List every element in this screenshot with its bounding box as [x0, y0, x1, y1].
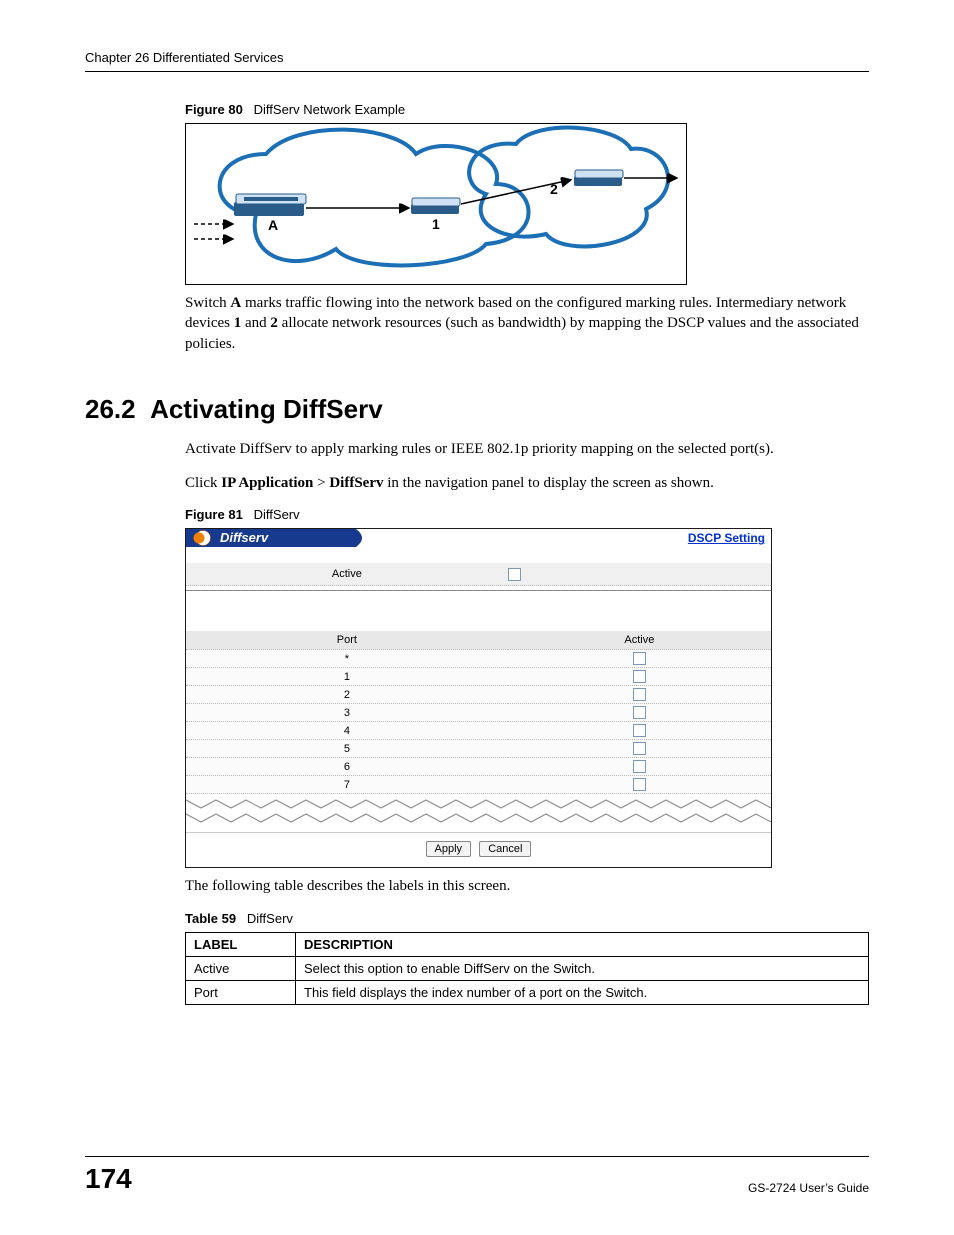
- svg-text:1: 1: [432, 216, 440, 232]
- port-cell: 4: [186, 722, 508, 740]
- table59-head-desc: DESCRIPTION: [296, 932, 869, 956]
- desc-cell: This field displays the index number of …: [296, 980, 869, 1004]
- port-cell: 7: [186, 776, 508, 794]
- table-row: ActiveSelect this option to enable DiffS…: [186, 956, 869, 980]
- port-cell: 5: [186, 740, 508, 758]
- table-row: 3: [186, 704, 771, 722]
- table-row: 1: [186, 668, 771, 686]
- label-cell: Port: [186, 980, 296, 1004]
- figure80-label: Figure 80: [185, 102, 243, 117]
- port-active-checkbox[interactable]: [633, 688, 646, 701]
- table-row: 7: [186, 776, 771, 794]
- section-intro-1: Activate DiffServ to apply marking rules…: [185, 439, 869, 459]
- port-active-cell: [508, 758, 771, 776]
- port-active-checkbox[interactable]: [633, 742, 646, 755]
- cancel-button[interactable]: Cancel: [479, 841, 531, 857]
- port-cell: 6: [186, 758, 508, 776]
- torn-edge-icon: [186, 794, 771, 828]
- chapter-header: Chapter 26 Differentiated Services: [85, 50, 869, 72]
- port-active-cell: [508, 668, 771, 686]
- table-row: 6: [186, 758, 771, 776]
- figure81-label: Figure 81: [185, 507, 243, 522]
- figure80-caption: Figure 80 DiffServ Network Example: [185, 102, 869, 117]
- table-row: *: [186, 650, 771, 668]
- port-active-cell: [508, 704, 771, 722]
- port-active-checkbox[interactable]: [633, 760, 646, 773]
- port-cell: 1: [186, 668, 508, 686]
- port-active-cell: [508, 776, 771, 794]
- figure80-title: DiffServ Network Example: [254, 102, 405, 117]
- page-number: 174: [85, 1163, 132, 1195]
- figure80-diagram: A 1 2: [185, 123, 687, 285]
- widget-title: Diffserv: [220, 530, 268, 545]
- active-col-header: Active: [508, 631, 771, 650]
- port-active-checkbox[interactable]: [633, 652, 646, 665]
- figure81-title: DiffServ: [254, 507, 300, 522]
- table-row: 2: [186, 686, 771, 704]
- port-active-checkbox[interactable]: [633, 706, 646, 719]
- global-active-label: Active: [186, 563, 508, 585]
- guide-title: GS-2724 User’s Guide: [748, 1181, 869, 1195]
- figure81-caption: Figure 81 DiffServ: [185, 507, 869, 522]
- table59-title: DiffServ: [247, 911, 293, 926]
- table59-caption: Table 59 DiffServ: [185, 911, 869, 926]
- table59: LABEL DESCRIPTION ActiveSelect this opti…: [185, 932, 869, 1005]
- figure80-description: Switch A marks traffic flowing into the …: [185, 293, 869, 354]
- port-col-header: Port: [186, 631, 508, 650]
- global-active-row: Active: [186, 563, 771, 586]
- section-heading: 26.2 Activating DiffServ: [85, 394, 869, 425]
- label-cell: Active: [186, 956, 296, 980]
- device-2-icon: [574, 170, 623, 186]
- figure81-widget: Diffserv DSCP Setting Active Port Acti: [185, 528, 772, 868]
- dscp-setting-link[interactable]: DSCP Setting: [688, 529, 765, 547]
- widget-title-pill: Diffserv: [186, 529, 368, 547]
- apply-button[interactable]: Apply: [426, 841, 472, 857]
- port-cell: 2: [186, 686, 508, 704]
- port-active-cell: [508, 740, 771, 758]
- device-a-icon: [234, 194, 306, 216]
- port-active-checkbox[interactable]: [633, 778, 646, 791]
- table-row: 5: [186, 740, 771, 758]
- port-active-cell: [508, 650, 771, 668]
- table59-intro: The following table describes the labels…: [185, 876, 869, 896]
- table-row: PortThis field displays the index number…: [186, 980, 869, 1004]
- port-active-checkbox[interactable]: [633, 670, 646, 683]
- table59-head-label: LABEL: [186, 932, 296, 956]
- port-active-cell: [508, 722, 771, 740]
- table59-label: Table 59: [185, 911, 236, 926]
- svg-text:2: 2: [550, 181, 558, 197]
- device-1-icon: [411, 198, 460, 214]
- section-intro-2: Click IP Application > DiffServ in the n…: [185, 473, 869, 493]
- desc-cell: Select this option to enable DiffServ on…: [296, 956, 869, 980]
- port-cell: 3: [186, 704, 508, 722]
- page-footer: 174 GS-2724 User’s Guide: [85, 1156, 869, 1195]
- port-active-cell: [508, 686, 771, 704]
- table-row: 4: [186, 722, 771, 740]
- port-table: Port Active *1234567: [186, 631, 771, 794]
- global-active-checkbox[interactable]: [508, 568, 521, 581]
- port-active-checkbox[interactable]: [633, 724, 646, 737]
- svg-text:A: A: [268, 217, 278, 233]
- port-cell: *: [186, 650, 508, 668]
